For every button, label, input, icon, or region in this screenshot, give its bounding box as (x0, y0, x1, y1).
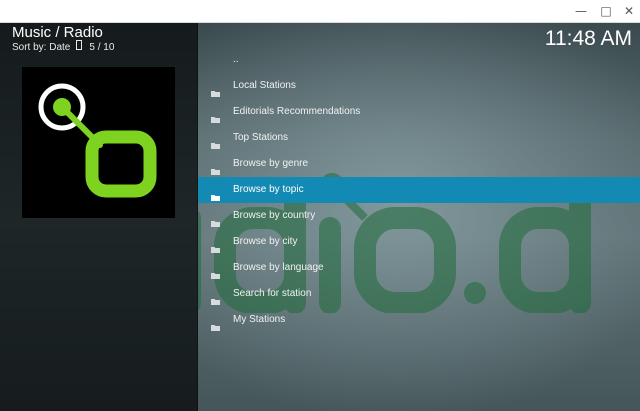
folder-icon (211, 108, 220, 123)
list-item-my-stations[interactable]: My Stations (198, 307, 640, 333)
list-item-label: Browse by language (233, 262, 324, 273)
list-item-label: My Stations (233, 314, 286, 325)
list-item-city[interactable]: Browse by city (198, 229, 640, 255)
folder-icon (211, 212, 220, 227)
list-item-label: Local Stations (233, 80, 296, 91)
folder-icon (211, 160, 220, 175)
minimize-button[interactable]: — (570, 2, 592, 20)
close-button[interactable]: ✕ (618, 2, 640, 20)
sort-label: Sort by: Date (12, 42, 71, 53)
list-item-label: Browse by genre (233, 158, 309, 169)
list-item-parent[interactable]: .. (198, 47, 640, 73)
list-item-label: Top Stations (233, 132, 289, 143)
list-item-country[interactable]: Browse by country (198, 203, 640, 229)
sort-direction-icon (76, 40, 84, 54)
list-item-genre[interactable]: Browse by genre (198, 151, 640, 177)
radio-de-logo-icon (38, 83, 157, 198)
folder-icon (211, 290, 220, 305)
file-list: .. Local Stations Editorials Recommendat… (198, 47, 640, 333)
list-item-label: Browse by topic (233, 184, 304, 195)
list-item-local-stations[interactable]: Local Stations (198, 73, 640, 99)
media-browser: Music / Radio Sort by: Date 5 / 10 11:48… (0, 23, 640, 411)
window-titlebar: — □ ✕ (0, 0, 640, 23)
list-item-label: Browse by country (233, 210, 316, 221)
maximize-button[interactable]: □ (595, 2, 617, 20)
list-item-language[interactable]: Browse by language (198, 255, 640, 281)
list-item-topic[interactable]: Browse by topic (198, 177, 640, 203)
item-position: 5 / 10 (89, 42, 115, 53)
folder-icon (211, 264, 220, 279)
sort-info[interactable]: Sort by: Date 5 / 10 (12, 40, 114, 54)
list-item-label: Browse by city (233, 236, 298, 247)
list-item-top-stations[interactable]: Top Stations (198, 125, 640, 151)
folder-icon (211, 134, 220, 149)
list-item-label: Search for station (233, 288, 312, 299)
list-item-search[interactable]: Search for station (198, 281, 640, 307)
folder-icon (211, 82, 220, 97)
folder-icon (211, 238, 220, 253)
folder-icon (211, 186, 220, 201)
folder-icon (211, 316, 220, 331)
addon-thumbnail (22, 67, 175, 218)
list-item-label: .. (233, 54, 239, 65)
list-item-editorials[interactable]: Editorials Recommendations (198, 99, 640, 125)
list-item-label: Editorials Recommendations (233, 106, 361, 117)
